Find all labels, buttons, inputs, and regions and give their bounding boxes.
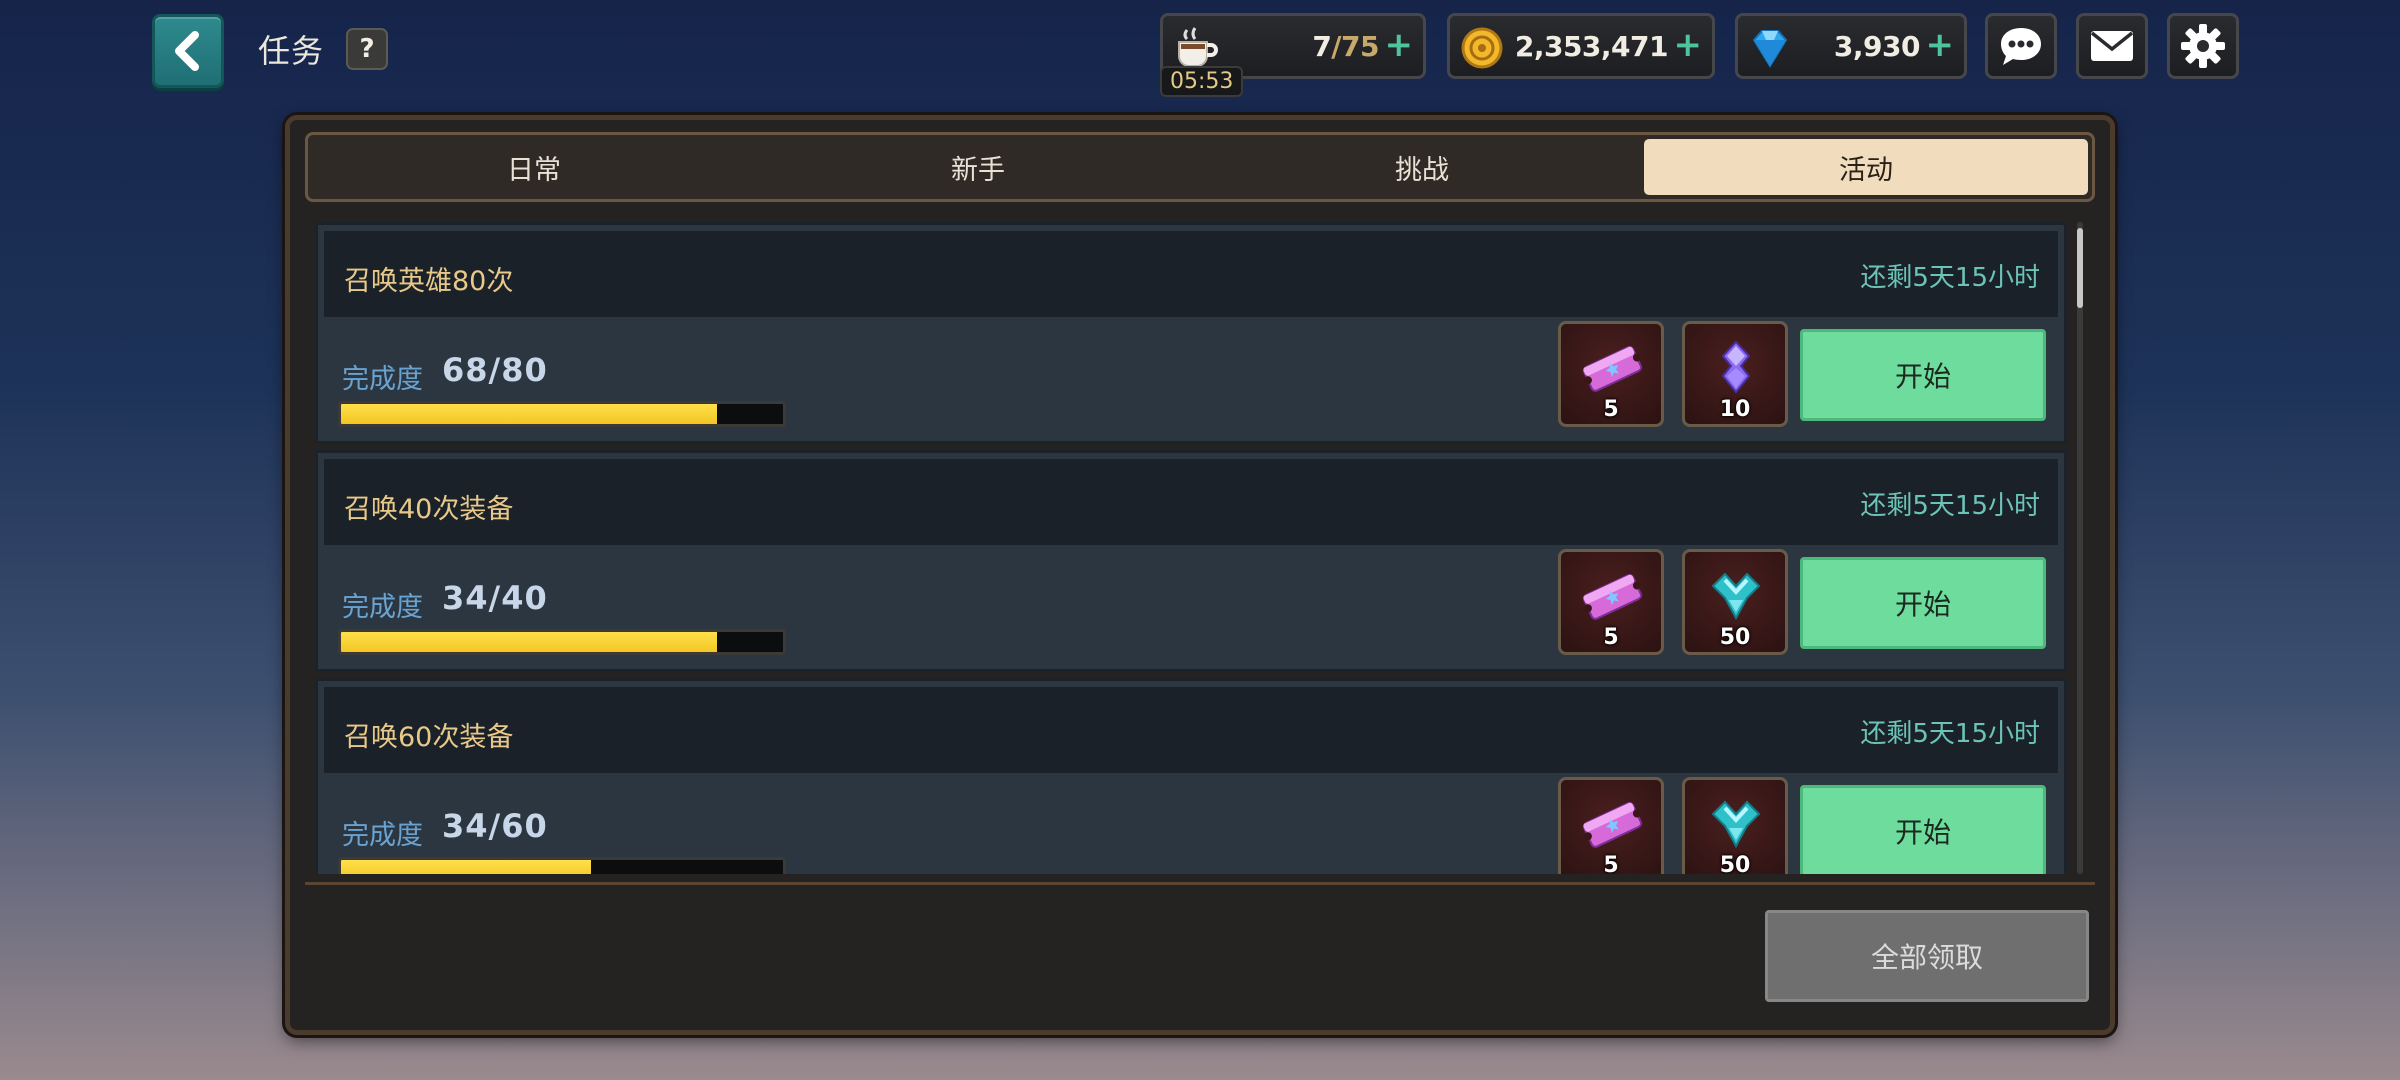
progress-value: 68/80 xyxy=(442,351,548,389)
help-button[interactable]: ? xyxy=(346,28,388,70)
progress-bar xyxy=(338,629,786,655)
reward-item[interactable]: 50 xyxy=(1682,549,1788,655)
quest-time-left: 还剩5天15小时 xyxy=(1860,263,2040,293)
add-stamina-button[interactable]: + xyxy=(1385,28,1414,62)
quest-name: 召唤英雄80次 xyxy=(344,266,514,297)
progress-fill xyxy=(341,632,717,652)
progress-label: 完成度 xyxy=(342,592,423,623)
quest-item: 召唤英雄80次 还剩5天15小时 完成度 68/80 5 10 开始 xyxy=(315,222,2067,444)
claim-all-button[interactable]: 全部领取 xyxy=(1765,910,2089,1002)
start-button[interactable]: 开始 xyxy=(1800,329,2046,421)
settings-button[interactable] xyxy=(2167,13,2239,79)
panel-divider xyxy=(305,882,2095,885)
reward-count: 50 xyxy=(1719,625,1751,650)
teal-crystal-icon xyxy=(1711,800,1761,849)
coffee-cup-icon xyxy=(1178,27,1218,67)
reward-item[interactable]: 5 xyxy=(1558,549,1664,655)
tab-bar: 日常 新手 挑战 活动 xyxy=(305,132,2095,202)
gold-coin-icon xyxy=(1461,27,1503,69)
gem-value: 3,930 xyxy=(1833,30,1921,63)
tab-newbie[interactable]: 新手 xyxy=(756,139,1200,195)
gear-icon xyxy=(2181,24,2225,68)
reward-count: 5 xyxy=(1603,397,1619,422)
envelope-icon xyxy=(2090,31,2134,61)
add-gems-button[interactable]: + xyxy=(1926,28,1955,62)
mail-button[interactable] xyxy=(2076,13,2148,79)
tab-event[interactable]: 活动 xyxy=(1644,139,2088,195)
reward-count: 5 xyxy=(1603,853,1619,874)
gem-counter: 3,930 + xyxy=(1735,13,1967,79)
chevron-left-icon xyxy=(175,31,199,71)
reward-item[interactable]: 5 xyxy=(1558,321,1664,427)
quest-name: 召唤60次装备 xyxy=(344,722,514,753)
stamina-current: 7 xyxy=(1312,30,1332,63)
tab-challenge[interactable]: 挑战 xyxy=(1200,139,1644,195)
quest-name: 召唤40次装备 xyxy=(344,494,514,525)
scrollbar[interactable] xyxy=(2077,222,2083,874)
gold-value: 2,353,471 xyxy=(1514,30,1669,63)
blue-gem-icon xyxy=(1752,30,1788,68)
progress-value: 34/40 xyxy=(442,579,548,617)
teal-crystal-icon xyxy=(1711,572,1761,621)
progress-bar xyxy=(338,401,786,427)
progress-fill xyxy=(341,860,592,874)
reward-item[interactable]: 10 xyxy=(1682,321,1788,427)
start-button[interactable]: 开始 xyxy=(1800,557,2046,649)
chat-bubble-icon xyxy=(2001,28,2041,65)
back-button[interactable] xyxy=(152,14,224,88)
stamina-max: /75 xyxy=(1331,30,1379,63)
progress-bar xyxy=(338,857,786,874)
add-gold-button[interactable]: + xyxy=(1674,28,1703,62)
purple-crystal-icon xyxy=(1721,340,1751,394)
chat-button[interactable] xyxy=(1985,13,2057,79)
progress-label: 完成度 xyxy=(342,364,423,395)
page-title: 任务 xyxy=(258,32,325,70)
quest-time-left: 还剩5天15小时 xyxy=(1860,491,2040,521)
quest-list[interactable]: 召唤英雄80次 还剩5天15小时 完成度 68/80 5 10 开始 召唤40次… xyxy=(315,222,2085,874)
quest-item: 召唤40次装备 还剩5天15小时 完成度 34/40 5 50 开始 xyxy=(315,450,2067,672)
stamina-timer: 05:53 xyxy=(1160,66,1244,97)
progress-fill xyxy=(341,404,717,424)
reward-count: 50 xyxy=(1719,853,1751,874)
gold-counter: 2,353,471 + xyxy=(1447,13,1715,79)
summon-ticket-icon xyxy=(1582,574,1643,620)
progress-value: 34/60 xyxy=(442,807,548,845)
quest-panel: 日常 新手 挑战 活动 召唤英雄80次 还剩5天15小时 完成度 68/80 5… xyxy=(285,115,2115,1035)
quest-time-left: 还剩5天15小时 xyxy=(1860,719,2040,749)
summon-ticket-icon xyxy=(1582,346,1643,392)
reward-item[interactable]: 50 xyxy=(1682,777,1788,874)
reward-count: 5 xyxy=(1603,625,1619,650)
quest-item: 召唤60次装备 还剩5天15小时 完成度 34/60 5 50 开始 xyxy=(315,678,2067,874)
reward-count: 10 xyxy=(1719,397,1751,422)
tab-daily[interactable]: 日常 xyxy=(312,139,756,195)
progress-label: 完成度 xyxy=(342,820,423,851)
reward-item[interactable]: 5 xyxy=(1558,777,1664,874)
summon-ticket-icon xyxy=(1582,802,1643,848)
scrollbar-thumb[interactable] xyxy=(2077,228,2083,308)
start-button[interactable]: 开始 xyxy=(1800,785,2046,874)
